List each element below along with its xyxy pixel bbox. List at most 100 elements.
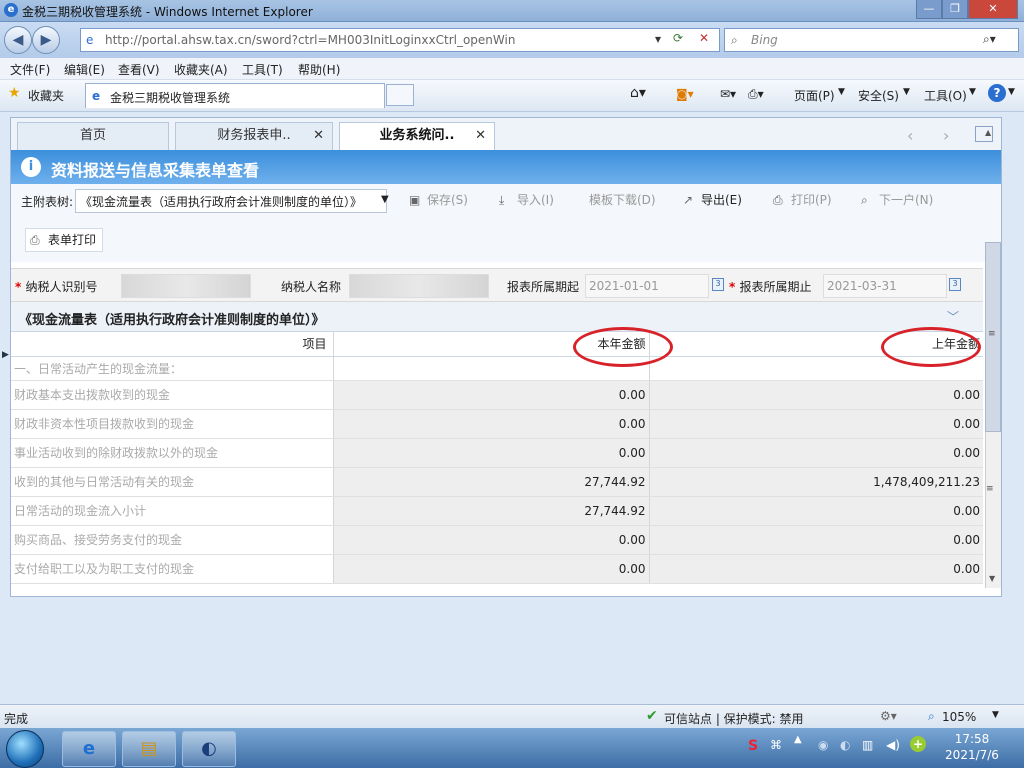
chevron-down-icon[interactable]: ▼ — [381, 194, 389, 205]
search-icon[interactable]: ⌕▾ — [983, 32, 996, 47]
menu-help[interactable]: 帮助(H) — [298, 61, 340, 78]
app-frame: 首页 财务报表申.. ✕ 业务系统问.. ✕ ‹ › i 资料报送与信息采集表单查看… — [10, 117, 1002, 597]
page-menu[interactable]: 页面(P) — [794, 87, 835, 104]
search-input[interactable]: ⌕ Bing ⌕▾ — [724, 28, 1019, 52]
current-amount-cell[interactable]: 0.00 — [332, 554, 649, 584]
previous-amount-cell[interactable]: 1,478,409,211.23 — [648, 467, 983, 497]
browser-tab[interactable]: e 金税三期税收管理系统 — [85, 83, 385, 108]
safety-menu[interactable]: 安全(S) — [858, 87, 899, 104]
period-end-field[interactable]: 2021-03-31 — [823, 274, 947, 298]
tray-icon[interactable]: ◐ — [840, 738, 850, 752]
main-table-label: 主附表树: — [21, 195, 74, 209]
new-tab-button[interactable] — [386, 84, 414, 106]
rss-icon[interactable]: ◙▾ — [676, 87, 694, 101]
print-button[interactable]: ⎙ 打印(P) — [769, 189, 832, 213]
menu-view[interactable]: 查看(V) — [118, 61, 160, 78]
maximize-button[interactable]: ❐ — [942, 0, 968, 19]
tab-financial-report[interactable]: 财务报表申.. ✕ — [175, 122, 333, 150]
import-icon: ⤓ — [499, 193, 505, 207]
favorites-button[interactable]: 收藏夹 — [28, 87, 64, 104]
forward-button[interactable]: ▶ — [32, 26, 60, 54]
previous-amount-cell[interactable]: 0.00 — [648, 554, 983, 584]
calendar-icon[interactable]: 3 — [949, 278, 961, 291]
current-amount-cell[interactable]: 0.00 — [332, 438, 649, 468]
row-item: 日常活动的现金流入小计 — [11, 496, 333, 526]
zoom-arrow-icon[interactable]: ▼ — [992, 710, 999, 720]
tab-business-query-label: 业务系统问.. — [379, 128, 455, 143]
volume-icon[interactable]: ◀) — [886, 738, 900, 752]
calendar-icon[interactable]: 3 — [712, 278, 724, 291]
tab-scroll-left-icon[interactable]: ‹ — [907, 126, 913, 145]
mail-icon[interactable]: ✉▾ — [720, 87, 736, 101]
current-amount-cell[interactable]: 0.00 — [332, 409, 649, 439]
back-button[interactable]: ◀ — [4, 26, 32, 54]
refresh-icon[interactable]: ⟳ — [673, 31, 683, 45]
menu-file[interactable]: 文件(F) — [10, 61, 50, 78]
previous-amount-cell[interactable]: 0.00 — [648, 409, 983, 439]
table-tree-select[interactable]: 《现金流量表（适用执行政府会计准则制度的单位）》 — [75, 189, 387, 213]
previous-amount-cell[interactable]: 0.00 — [648, 496, 983, 526]
minimize-button[interactable]: — — [916, 0, 942, 19]
collapse-chevron-icon[interactable]: ﹀ — [947, 308, 959, 325]
previous-amount-cell[interactable]: 0.00 — [648, 380, 983, 410]
current-amount-cell[interactable]: 0.00 — [332, 380, 649, 410]
menu-favorites[interactable]: 收藏夹(A) — [174, 61, 228, 78]
network-icon[interactable]: ▥ — [862, 738, 873, 752]
security-zone[interactable]: 可信站点 | 保护模式: 禁用 — [664, 710, 804, 727]
next-taxpayer-button[interactable]: ⌕ 下一户(N) — [857, 189, 933, 213]
page-scroll-up-icon[interactable]: ▲ — [985, 128, 991, 137]
close-window-button[interactable]: ✕ — [968, 0, 1018, 19]
form-print-button[interactable]: ⎙ 表单打印 — [25, 228, 104, 252]
page-header: i 资料报送与信息采集表单查看 — [11, 150, 1001, 184]
table-row: 收到的其他与日常活动有关的现金 27,744.92 1,478,409,211.23 — [11, 467, 983, 497]
tab-financial-report-label: 财务报表申.. — [217, 128, 291, 143]
current-amount-cell[interactable]: 27,744.92 — [332, 467, 649, 497]
export-label: 导出(E) — [701, 193, 742, 207]
protected-mode-icon[interactable]: ⚙▾ — [880, 709, 897, 723]
tray-expand-icon[interactable]: ▲ — [794, 734, 802, 745]
info-icon: i — [21, 157, 41, 177]
print-icon[interactable]: ⎙▾ — [748, 87, 764, 102]
page-scrollbar-thumb[interactable]: ≡ — [985, 242, 1001, 432]
tray-icon[interactable]: ⌘ — [770, 738, 782, 752]
dropdown-icon[interactable]: ▾ — [655, 32, 661, 46]
current-amount-cell[interactable]: 0.00 — [332, 525, 649, 555]
save-button[interactable]: ▣ 保存(S) — [405, 189, 468, 213]
row-item: 财政非资本性项目拨款收到的现金 — [11, 409, 333, 439]
tools-menu[interactable]: 工具(O) — [924, 87, 967, 104]
start-button[interactable] — [6, 730, 44, 768]
tab-scroll-right-icon[interactable]: › — [943, 126, 949, 145]
tab-business-query[interactable]: 业务系统问.. ✕ — [339, 122, 495, 150]
scroll-down-icon[interactable]: ▼ — [989, 574, 995, 583]
ie-taskbar-icon[interactable]: e — [62, 731, 116, 767]
close-tab-icon[interactable]: ✕ — [475, 123, 486, 149]
row-item: 收到的其他与日常活动有关的现金 — [11, 467, 333, 497]
tab-home[interactable]: 首页 — [17, 122, 169, 150]
zoom-level[interactable]: 105% — [942, 710, 976, 724]
side-collapse-icon[interactable]: ▶ — [2, 350, 9, 364]
import-button[interactable]: ⤓ 导入(I) — [495, 189, 554, 213]
tray-plus-icon[interactable]: + — [910, 736, 926, 752]
app-taskbar-icon[interactable]: ◐ — [182, 731, 236, 767]
menu-tools[interactable]: 工具(T) — [242, 61, 283, 78]
ie-logo-icon: e — [4, 3, 18, 17]
tray-icon[interactable]: ◉ — [818, 738, 828, 752]
close-tab-icon[interactable]: ✕ — [313, 123, 324, 149]
address-bar[interactable]: e http://portal.ahsw.tax.cn/sword?ctrl=M… — [80, 28, 720, 52]
ime-icon[interactable]: S — [748, 738, 758, 754]
home-icon[interactable]: ⌂▾ — [630, 85, 646, 101]
search-provider-icon: ⌕ — [731, 33, 738, 47]
taxpayer-name-field — [349, 274, 489, 298]
period-start-field[interactable]: 2021-01-01 — [585, 274, 709, 298]
required-marker: * — [729, 280, 740, 294]
help-icon[interactable]: ? — [988, 84, 1006, 102]
clock[interactable]: 17:58 2021/7/6 — [932, 731, 1012, 763]
stop-icon[interactable]: ✕ — [699, 31, 709, 45]
export-button[interactable]: ↗ 导出(E) — [679, 189, 742, 213]
template-download-button[interactable]: 模板下载(D) — [585, 189, 656, 213]
folder-taskbar-icon[interactable]: ▤ — [122, 731, 176, 767]
previous-amount-cell[interactable]: 0.00 — [648, 525, 983, 555]
previous-amount-cell[interactable]: 0.00 — [648, 438, 983, 468]
current-amount-cell[interactable]: 27,744.92 — [332, 496, 649, 526]
menu-edit[interactable]: 编辑(E) — [64, 61, 105, 78]
